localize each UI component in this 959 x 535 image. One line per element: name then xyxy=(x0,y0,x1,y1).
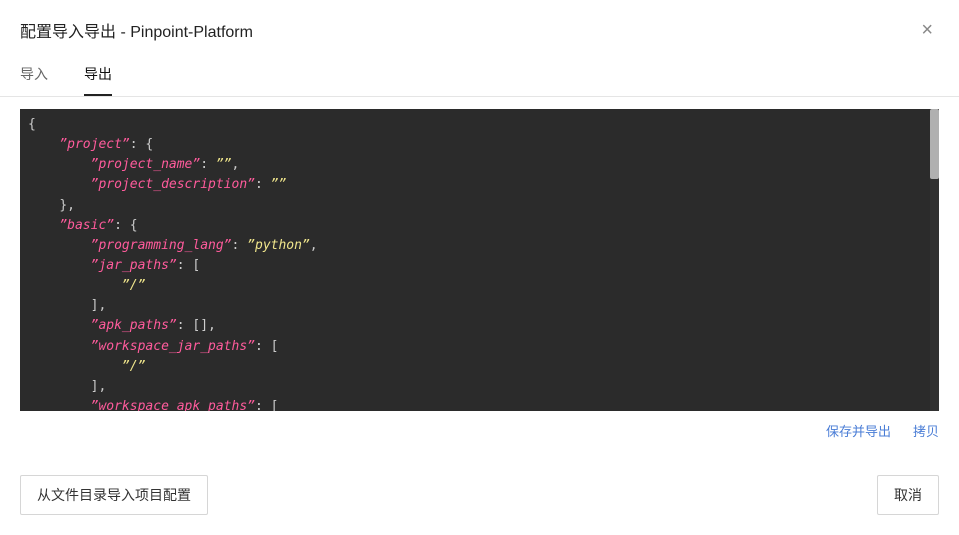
copy-button[interactable]: 拷贝 xyxy=(913,421,939,440)
save-and-export-button[interactable]: 保存并导出 xyxy=(826,421,891,440)
code-action-row: 保存并导出 拷贝 xyxy=(0,411,959,440)
scrollbar-thumb[interactable] xyxy=(930,109,939,179)
close-icon[interactable]: × xyxy=(915,18,939,42)
dialog-header: 配置导入导出 - Pinpoint-Platform × xyxy=(0,0,959,50)
tab-export[interactable]: 导出 xyxy=(84,64,112,96)
config-json-view[interactable]: { ”project”: { ”project_name”: ””, ”proj… xyxy=(20,109,939,411)
cancel-button[interactable]: 取消 xyxy=(877,475,939,515)
dialog-title: 配置导入导出 - Pinpoint-Platform xyxy=(20,18,253,42)
import-from-directory-button[interactable]: 从文件目录导入项目配置 xyxy=(20,475,208,515)
dialog-footer: 从文件目录导入项目配置 取消 xyxy=(0,455,959,535)
code-panel-wrap: { ”project”: { ”project_name”: ””, ”proj… xyxy=(20,109,939,411)
scrollbar-track[interactable] xyxy=(930,109,939,411)
tab-bar: 导入 导出 xyxy=(0,50,959,97)
tab-import[interactable]: 导入 xyxy=(20,64,48,96)
config-import-export-dialog: 配置导入导出 - Pinpoint-Platform × 导入 导出 { ”pr… xyxy=(0,0,959,535)
